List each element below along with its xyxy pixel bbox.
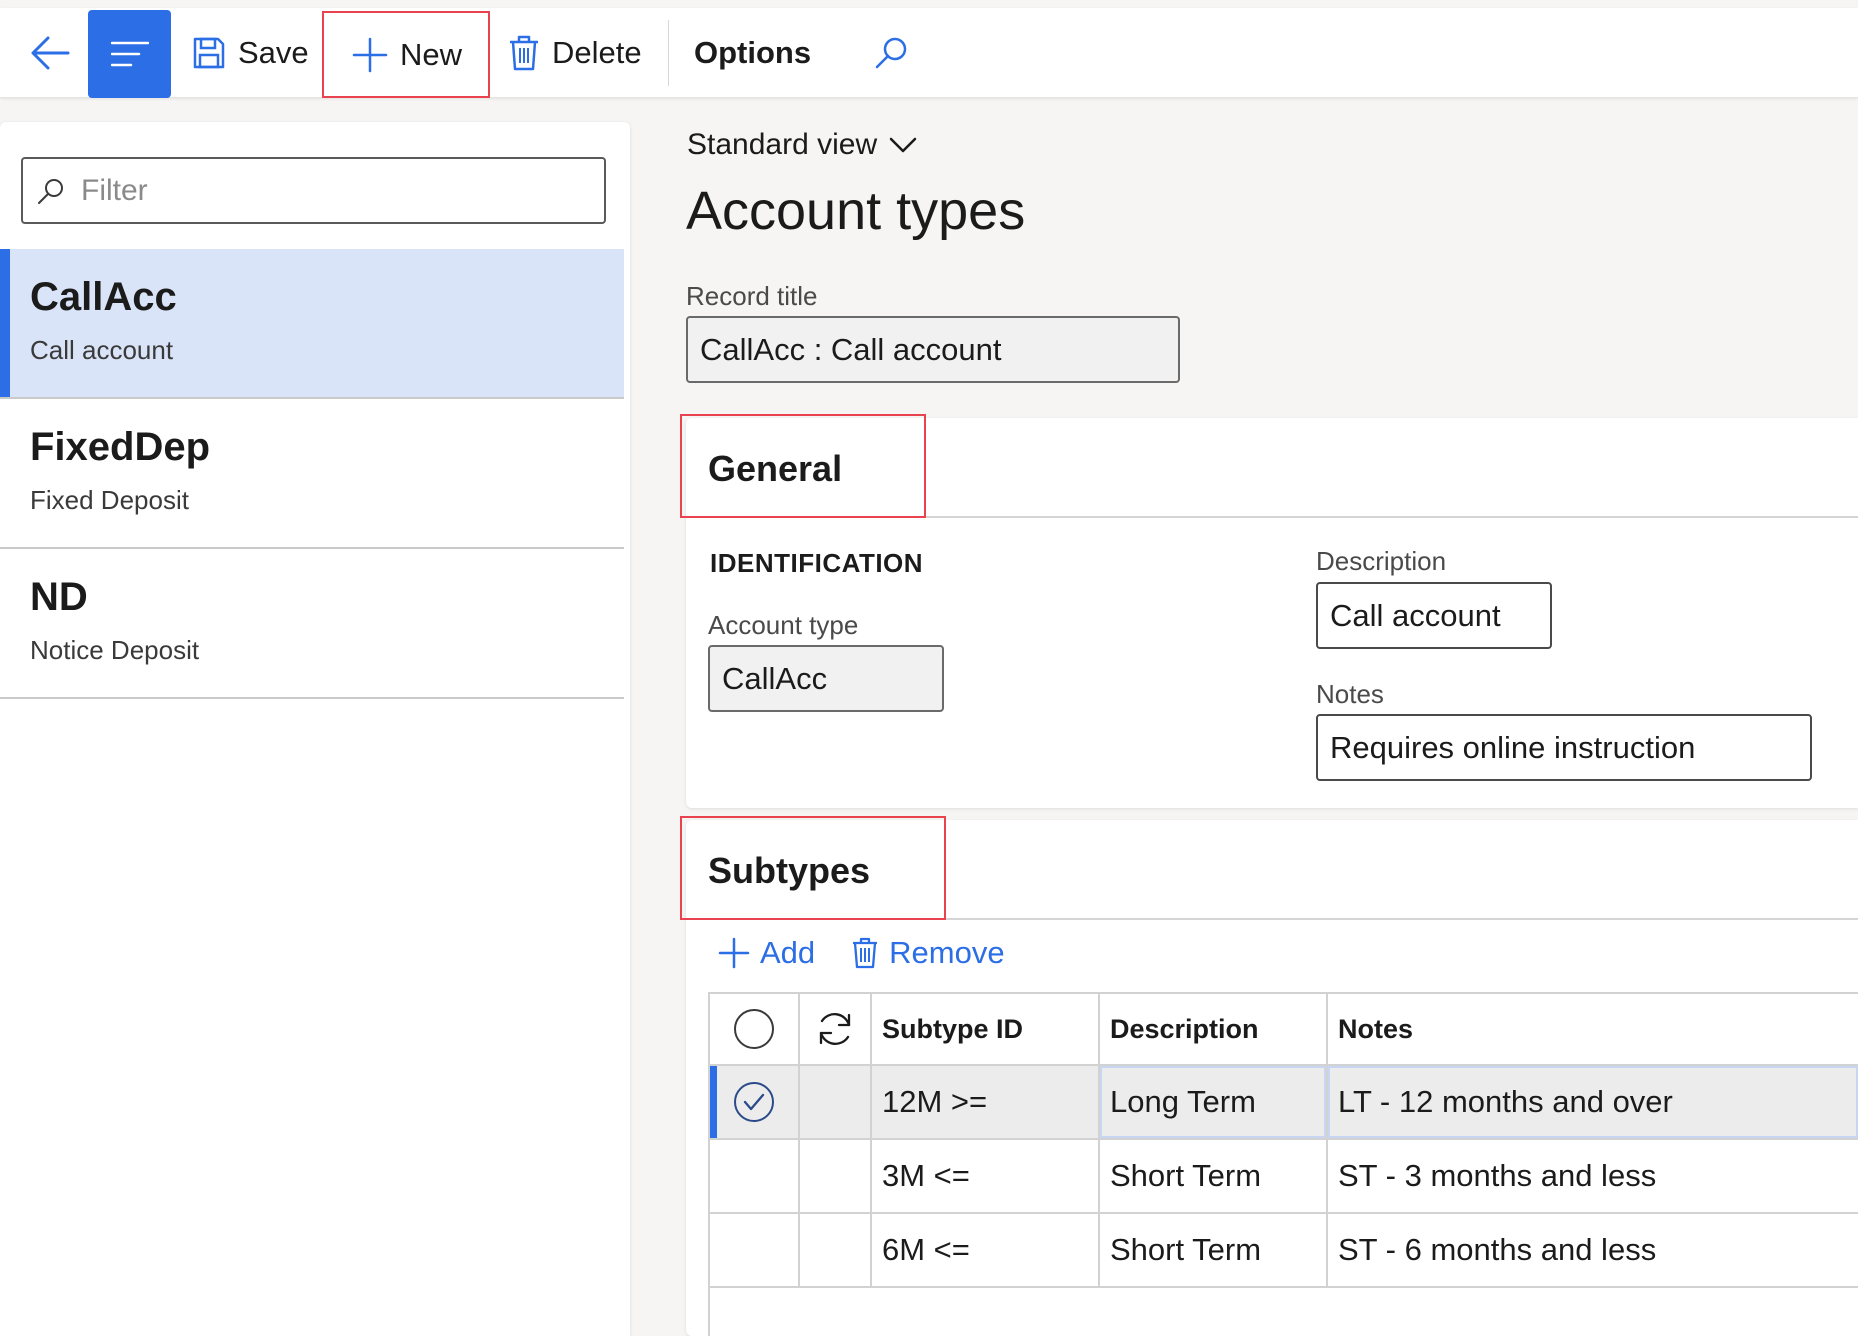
table-row[interactable]: 12M >= Long Term LT - 12 months and over: [708, 1066, 1858, 1140]
cell-notes[interactable]: ST - 3 months and less: [1326, 1140, 1858, 1212]
list-item-subtitle: Call account: [30, 335, 174, 365]
trash-icon: [851, 937, 879, 969]
notes-field[interactable]: Requires online instruction: [1316, 714, 1812, 781]
action-pane-menu-button[interactable]: [88, 10, 171, 98]
cell-description[interactable]: Short Term: [1098, 1214, 1326, 1286]
account-type-label: Account type: [708, 610, 859, 640]
column-header-notes[interactable]: Notes: [1326, 994, 1858, 1064]
description-label: Description: [1316, 546, 1447, 576]
plus-icon: [718, 937, 750, 969]
cell-notes[interactable]: ST - 6 months and less: [1326, 1214, 1858, 1286]
view-selector-label: Standard view: [687, 128, 878, 161]
trash-icon: [508, 35, 540, 71]
save-label: Save: [238, 35, 309, 70]
general-section: General IDENTIFICATION Account type Call…: [680, 414, 1858, 808]
search-icon: [874, 36, 908, 70]
table-row[interactable]: 3M <= Short Term ST - 3 months and less: [708, 1140, 1858, 1214]
list-item-title: CallAcc: [30, 275, 177, 319]
circle-checkbox-icon: [733, 1008, 775, 1050]
search-icon: [37, 177, 65, 205]
chevron-down-icon: [889, 136, 917, 154]
row-select-checkbox[interactable]: [708, 1140, 798, 1212]
description-field[interactable]: Call account: [1316, 582, 1552, 649]
refresh-icon: [815, 1009, 855, 1049]
row-select-checkbox[interactable]: [708, 1214, 798, 1286]
list-item-title: ND: [30, 575, 88, 619]
table-row[interactable]: 6M <= Short Term ST - 6 months and less: [708, 1214, 1858, 1288]
record-title-label: Record title: [686, 281, 818, 311]
row-select-checkbox[interactable]: [708, 1066, 798, 1138]
empty-cell: [708, 1288, 798, 1336]
cell-description[interactable]: Short Term: [1098, 1140, 1326, 1212]
options-tab[interactable]: Options: [694, 8, 814, 98]
record-list-panel: CallAcc Call account FixedDep Fixed Depo…: [0, 122, 630, 1336]
list-item[interactable]: CallAcc Call account: [0, 249, 624, 399]
list-item[interactable]: FixedDep Fixed Deposit: [0, 399, 624, 549]
column-header-subtype-id[interactable]: Subtype ID: [870, 994, 1098, 1064]
row-spacer: [798, 1140, 870, 1212]
record-title-field[interactable]: CallAcc : Call account: [686, 316, 1180, 383]
new-button[interactable]: New: [322, 11, 490, 98]
cell-description[interactable]: Long Term: [1098, 1066, 1326, 1138]
subtypes-section-header[interactable]: Subtypes: [680, 816, 1858, 920]
remove-button[interactable]: Remove: [851, 935, 1005, 971]
refresh-button[interactable]: [798, 994, 870, 1064]
add-label: Add: [760, 935, 816, 970]
cell-subtype-id[interactable]: 3M <=: [870, 1140, 1098, 1212]
save-button[interactable]: Save: [192, 8, 320, 98]
account-type-value: CallAcc: [722, 660, 828, 696]
account-type-field[interactable]: CallAcc: [708, 645, 944, 712]
options-label: Options: [694, 35, 812, 70]
delete-label: Delete: [552, 35, 642, 70]
add-button[interactable]: Add: [718, 935, 815, 971]
filter-input[interactable]: [81, 173, 581, 208]
view-selector[interactable]: Standard view: [687, 128, 917, 162]
cell-notes[interactable]: LT - 12 months and over: [1326, 1066, 1858, 1138]
back-button[interactable]: [20, 8, 80, 98]
description-value: Call account: [1330, 597, 1501, 633]
empty-row: [708, 1288, 1858, 1336]
list-item-subtitle: Notice Deposit: [30, 635, 200, 665]
save-icon: [192, 36, 226, 70]
plus-icon: [352, 37, 388, 73]
subtypes-section-title: Subtypes: [708, 850, 871, 891]
general-section-title: General: [708, 448, 843, 489]
column-header-description[interactable]: Description: [1098, 994, 1326, 1064]
identification-group-title: IDENTIFICATION: [710, 548, 924, 578]
back-arrow-icon: [30, 35, 70, 71]
new-label: New: [400, 36, 463, 72]
notes-value: Requires online instruction: [1330, 729, 1696, 765]
subtypes-section: Subtypes Add Remove Subtype ID Descripti…: [680, 816, 1858, 1336]
cell-subtype-id[interactable]: 12M >=: [870, 1066, 1098, 1138]
menu-icon: [110, 40, 149, 68]
general-section-header[interactable]: General: [680, 414, 1858, 518]
search-button[interactable]: [866, 8, 916, 98]
record-title-value: CallAcc : Call account: [700, 331, 1002, 367]
list-item-title: FixedDep: [30, 425, 211, 469]
page-title: Account types: [686, 181, 1026, 241]
row-spacer: [798, 1066, 870, 1138]
filter-field[interactable]: [21, 157, 606, 224]
select-all-checkbox[interactable]: [708, 994, 798, 1064]
grid-action-bar: Add Remove: [718, 935, 1041, 971]
checkmark-circle-icon: [733, 1081, 775, 1123]
toolbar-divider: [668, 20, 669, 86]
notes-label: Notes: [1316, 679, 1384, 709]
delete-button[interactable]: Delete: [508, 8, 658, 98]
list-item[interactable]: ND Notice Deposit: [0, 549, 624, 699]
list-item-subtitle: Fixed Deposit: [30, 485, 189, 515]
remove-label: Remove: [889, 935, 1005, 970]
row-spacer: [798, 1214, 870, 1286]
grid-header-row: Subtype ID Description Notes: [708, 992, 1858, 1066]
cell-subtype-id[interactable]: 6M <=: [870, 1214, 1098, 1286]
action-toolbar: Save New Delete Options: [0, 8, 1858, 98]
